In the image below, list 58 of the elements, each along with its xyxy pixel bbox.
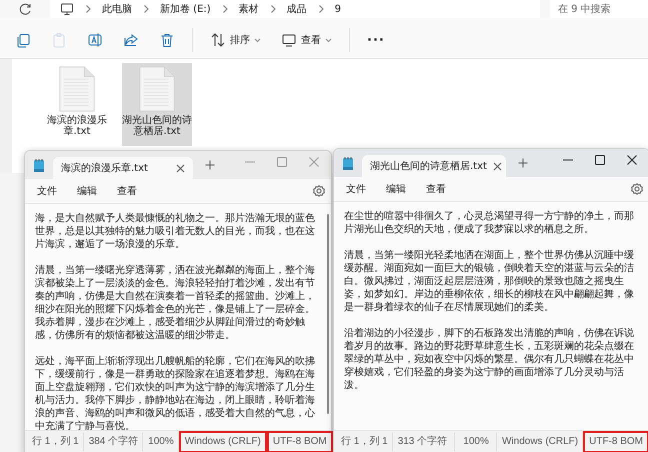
- status-item: 行 1，列 1: [336, 432, 393, 452]
- text-file-icon: [59, 66, 95, 112]
- menu-item[interactable]: 查看: [420, 180, 452, 198]
- text-paragraph: 清晨，当第一缕曙光穿透薄雾，洒在波光粼粼的海面上，整个海滨都被染上了一层淡淡的金色。海浪轻轻拍打着沙滩，发出有节奏的声响，仿佛是大自然在演奏着一首轻柔的摇篮曲。沙滩上，细沙在阳光的照耀下闪烁着金色的光芒，像是铺上了一层碎金。我赤着脚，漫步在沙滩上，感受着细沙从脚趾间滑过的奇妙触感，仿佛所有的烦恼都被这温暖的细沙带走。: [35, 264, 316, 342]
- text-paragraph: 在尘世的喧嚣中徘徊久了，心灵总渴望寻得一方宁静的净土，而那片湖光山色交织的天地，便成了我梦寐以求的栖息之所。: [344, 210, 635, 236]
- more-button[interactable]: ···: [364, 30, 388, 50]
- plus-icon[interactable]: [518, 158, 528, 168]
- menu-item[interactable]: 文件: [340, 180, 372, 198]
- monitor-icon: [281, 32, 297, 48]
- document-tab[interactable]: 海滨的浪漫乐章.txt: [53, 157, 193, 179]
- status-item: Windows (CRLF): [178, 431, 267, 452]
- file-item[interactable]: 海滨的浪漫乐章.txt: [42, 63, 112, 146]
- search-field[interactable]: 在 9 中搜索: [550, 0, 648, 18]
- breadcrumb[interactable]: 素材: [238, 2, 259, 16]
- status-item: 313 个字符: [392, 432, 456, 452]
- breadcrumb[interactable]: 成品: [286, 2, 307, 16]
- menu-item[interactable]: 文件: [31, 182, 63, 200]
- status-item: 384 个字符: [84, 432, 144, 452]
- chevron-right-icon: [268, 4, 277, 14]
- address-bar[interactable]: 此电脑 新加卷 (E:) 素材 成品 9: [50, 0, 540, 18]
- chevron-right-icon: [142, 4, 150, 14]
- close-icon[interactable]: [176, 164, 185, 172]
- breadcrumb[interactable]: 9: [334, 4, 342, 14]
- scrollbar[interactable]: [327, 214, 329, 414]
- sort-icon: [210, 32, 226, 48]
- status-item: UTF-8 BOM: [583, 431, 648, 452]
- caret-icon: [254, 38, 261, 42]
- text-file-icon: [139, 66, 175, 112]
- settings-icon[interactable]: [631, 183, 643, 195]
- toolbar-menu-button[interactable]: 查看: [278, 30, 335, 50]
- notepad-icon: [33, 158, 45, 172]
- menu-item[interactable]: 编辑: [380, 180, 412, 198]
- plus-icon[interactable]: [205, 160, 215, 170]
- text-paragraph: 海，是大自然赋予人类最慷慨的礼物之一。那片浩瀚无垠的蓝色世界，总是以其独特的魅力吸引着无数人的目光，而我，也在这片海滨，邂逅了一场浪漫的乐章。: [35, 212, 316, 251]
- document-tab[interactable]: 湖光山色间的诗意栖居.txt: [362, 155, 506, 177]
- chevron-right-icon: [220, 4, 229, 14]
- menu-item[interactable]: 编辑: [71, 182, 103, 200]
- status-item: 行 1，列 1: [27, 432, 84, 452]
- maximize-icon[interactable]: [595, 155, 605, 165]
- status-item: 100%: [143, 432, 179, 452]
- caret-icon: [325, 38, 332, 42]
- text-paragraph: 沿着湖边的小径漫步，脚下的石板路发出清脆的声响，仿佛在诉说着岁月的故事。路边的野花野草肆意生长，五彩斑斓的花朵点缀在翠绿的草丛中，宛如夜空中闪烁的繁星。偶尔有几只蝴蝶在花丛中穿梭嬉戏，它们轻盈的身姿为这宁静的画面增添了几分灵动与活泼。: [344, 327, 635, 392]
- breadcrumb[interactable]: 新加卷 (E:): [160, 2, 211, 16]
- text-paragraph: 清晨，当第一缕阳光轻柔地洒在湖面上，整个世界仿佛从沉睡中缓缓苏醒。湖面宛如一面巨大的银镜，倒映着天空的湛蓝与云朵的洁白。微风拂过，湖面泛起层层涟漪，那倒映的景致也随之摇曳生姿，如梦如幻。岸边的垂柳依依，细长的柳枝在风中翩翩起舞，像是一群身着绿衣的仙子在尽情展现她们的柔美。: [344, 249, 635, 314]
- file-item[interactable]: 湖光山色间的诗意栖居.txt: [122, 63, 192, 146]
- refresh-icon[interactable]: [18, 2, 32, 16]
- status-item: Windows (CRLF): [496, 432, 584, 452]
- status-item: 100%: [455, 432, 497, 452]
- close-icon[interactable]: [492, 162, 502, 170]
- close-icon[interactable]: [627, 155, 637, 165]
- menu-item[interactable]: 查看: [111, 182, 143, 200]
- chevron-right-icon: [84, 4, 92, 14]
- notepad-icon: [342, 156, 354, 170]
- breadcrumb[interactable]: 此电脑: [102, 2, 132, 16]
- computer-icon: [60, 2, 74, 16]
- settings-icon[interactable]: [313, 185, 325, 197]
- chevron-right-icon: [316, 4, 325, 14]
- toolbar-menu-button[interactable]: 排序: [207, 30, 264, 50]
